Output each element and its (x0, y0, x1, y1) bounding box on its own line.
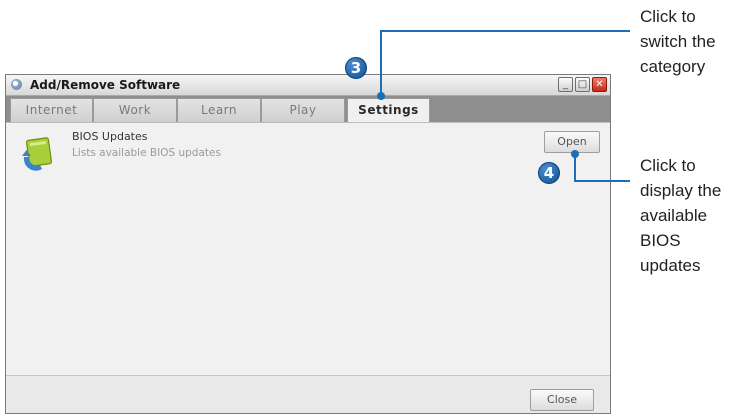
callout-4-line-1: Click to (640, 156, 696, 175)
callout-3-text: Click to switch the category (640, 4, 716, 79)
callout-4-line-4: BIOS (640, 231, 681, 250)
callout-3-dot (377, 92, 385, 100)
tab-settings[interactable]: Settings (347, 98, 430, 123)
callout-4-line-2: display the (640, 181, 722, 200)
callout-4-line-3: available (640, 206, 708, 225)
item-description: Lists available BIOS updates (72, 147, 221, 159)
callout-3-line-horizontal (380, 30, 630, 32)
callout-4-line-vertical (574, 155, 576, 182)
title-bar[interactable]: Add/Remove Software _ □ ✕ (6, 75, 610, 96)
footer: Close (6, 375, 610, 413)
tab-internet[interactable]: Internet (10, 98, 93, 122)
tab-learn[interactable]: Learn (177, 98, 261, 122)
callout-4-line-horizontal (574, 180, 630, 182)
minimize-button[interactable]: _ (558, 77, 573, 92)
bios-update-icon (20, 137, 56, 171)
close-button[interactable]: Close (530, 389, 594, 411)
software-list: BIOS Updates Lists available BIOS update… (6, 122, 610, 376)
app-icon (11, 79, 22, 90)
maximize-button[interactable]: □ (575, 77, 590, 92)
category-tab-bar: Internet Work Learn Play Settings (6, 96, 610, 123)
callout-4-dot (571, 150, 579, 158)
callout-3-line-3: category (640, 57, 706, 76)
callout-4-text: Click to display the available BIOS upda… (640, 153, 721, 278)
callout-3-line-2: switch the (640, 32, 716, 51)
tab-play[interactable]: Play (261, 98, 345, 122)
step-4-badge: 4 (538, 162, 560, 184)
add-remove-software-window: Add/Remove Software _ □ ✕ Internet Work … (5, 74, 611, 414)
step-3-badge: 3 (345, 57, 367, 79)
close-window-button[interactable]: ✕ (592, 77, 607, 92)
callout-3-line-1: Click to (640, 7, 696, 26)
item-title: BIOS Updates (72, 130, 148, 143)
tab-work[interactable]: Work (93, 98, 177, 122)
callout-3-line-vertical (380, 30, 382, 96)
callout-4-line-5: updates (640, 256, 701, 275)
window-title: Add/Remove Software (30, 78, 181, 92)
